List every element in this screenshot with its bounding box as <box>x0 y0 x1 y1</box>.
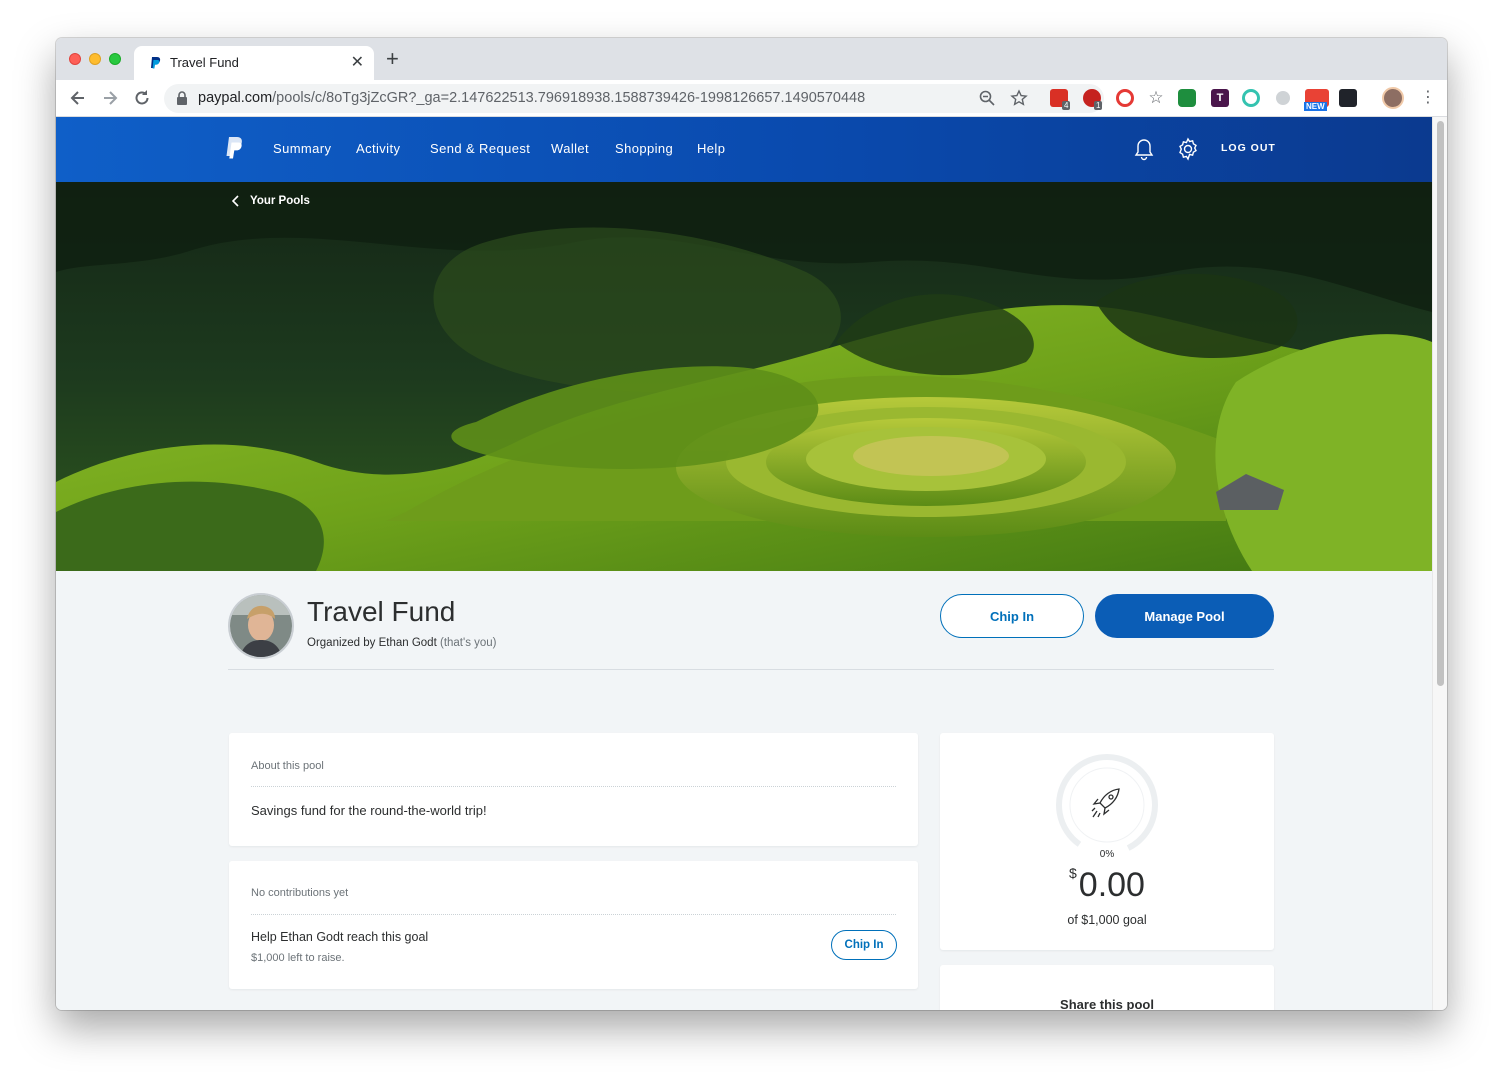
currency-symbol: $ <box>1069 865 1077 881</box>
share-card: Share this pool <box>940 965 1274 1010</box>
chevron-left-icon <box>232 195 239 207</box>
browser-menu-icon[interactable]: ⋮ <box>1420 88 1436 108</box>
zoom-window-button[interactable] <box>109 53 121 65</box>
organizer-avatar <box>228 593 294 659</box>
extension-dot-icon[interactable] <box>1276 91 1290 105</box>
new-tab-button[interactable]: + <box>386 48 399 70</box>
notification-bell-icon[interactable] <box>1133 137 1155 161</box>
page-scrollbar[interactable] <box>1432 117 1447 1010</box>
scrollbar-thumb[interactable] <box>1437 121 1444 686</box>
pool-title: Travel Fund <box>307 596 456 627</box>
progress-ring <box>1056 754 1158 856</box>
react-devtools-icon[interactable] <box>1339 89 1357 107</box>
lock-icon <box>177 91 187 105</box>
address-bar[interactable]: paypal.com/pools/c/8oTg3jZcGR?_ga=2.1476… <box>164 84 1104 113</box>
extension-new-badge: NEW <box>1304 102 1327 111</box>
about-text: Savings fund for the round-the-world tri… <box>251 803 487 818</box>
url-text: paypal.com/pools/c/8oTg3jZcGR?_ga=2.1476… <box>198 90 865 106</box>
progress-percent: 0% <box>1099 849 1115 860</box>
back-arrow-icon[interactable] <box>68 88 88 108</box>
nav-help[interactable]: Help <box>697 141 725 156</box>
amount-value: 0.00 <box>1078 866 1145 904</box>
goal-text: of $1,000 goal <box>1067 913 1147 927</box>
help-title: Help Ethan Godt reach this goal <box>251 930 429 944</box>
extension-star-icon[interactable]: ☆ <box>1147 89 1165 107</box>
chip-in-small-button[interactable]: Chip In <box>831 930 897 960</box>
url-path: /pools/c/8oTg3jZcGR?_ga=2.147622513.7969… <box>272 90 866 106</box>
manage-pool-button[interactable]: Manage Pool <box>1095 594 1274 638</box>
logout-link[interactable]: LOG OUT <box>1221 142 1276 154</box>
paypal-favicon-icon <box>151 57 161 69</box>
page-content: Summary Activity Send & Request Wallet S… <box>56 117 1432 1010</box>
forward-arrow-icon[interactable] <box>100 88 120 108</box>
extension-target-icon[interactable] <box>1242 89 1260 107</box>
paypal-logo-icon[interactable] <box>224 136 246 162</box>
extension-cube-icon[interactable] <box>1178 89 1196 107</box>
extension-badge: 1 <box>1094 101 1103 110</box>
about-pool-card: About this pool Savings fund for the rou… <box>229 733 918 846</box>
back-to-pools-link[interactable]: Your Pools <box>232 195 310 207</box>
bookmark-star-icon[interactable] <box>1010 89 1028 107</box>
share-title: Share this pool <box>1060 997 1154 1010</box>
nav-shopping[interactable]: Shopping <box>615 141 673 156</box>
pool-cover-image: Your Pools <box>56 182 1432 571</box>
nav-wallet[interactable]: Wallet <box>551 141 589 156</box>
organizer-name: Organized by Ethan Godt <box>307 637 437 649</box>
browser-window: Travel Fund ✕ + paypal.com/pools/c/8oTg3… <box>56 38 1447 1010</box>
progress-card: 0% $0.00 of $1,000 goal <box>940 733 1274 950</box>
extension-badge: 4 <box>1062 101 1071 110</box>
pool-header: Travel Fund Organized by Ethan Godt (tha… <box>228 593 1274 670</box>
tab-close-icon[interactable]: ✕ <box>351 52 364 72</box>
contributions-card: No contributions yet Help Ethan Godt rea… <box>229 861 918 989</box>
about-label: About this pool <box>251 760 324 772</box>
chip-in-button[interactable]: Chip In <box>940 594 1084 638</box>
help-subtitle: $1,000 left to raise. <box>251 952 345 964</box>
browser-toolbar: paypal.com/pools/c/8oTg3jZcGR?_ga=2.1476… <box>56 80 1447 117</box>
url-host: paypal.com <box>198 90 273 106</box>
divider <box>251 914 896 915</box>
contributions-label: No contributions yet <box>251 887 349 899</box>
nav-activity[interactable]: Activity <box>356 141 400 156</box>
organizer-photo <box>230 595 292 657</box>
nav-send-request[interactable]: Send & Request <box>430 141 530 156</box>
organizer-line: Organized by Ethan Godt (that's you) <box>307 637 497 649</box>
nav-summary[interactable]: Summary <box>273 141 331 156</box>
close-window-button[interactable] <box>69 53 81 65</box>
extension-ring-icon[interactable] <box>1116 89 1134 107</box>
browser-tab-active[interactable]: Travel Fund ✕ <box>134 46 374 80</box>
paypal-header: Summary Activity Send & Request Wallet S… <box>56 117 1432 182</box>
rice-terrace-photo <box>56 182 1432 571</box>
settings-gear-icon[interactable] <box>1176 137 1200 161</box>
back-label: Your Pools <box>250 195 310 207</box>
divider <box>251 786 896 787</box>
raised-amount: $0.00 <box>940 865 1274 905</box>
tab-title: Travel Fund <box>170 55 239 70</box>
profile-avatar-icon[interactable] <box>1382 87 1404 109</box>
zoom-icon[interactable] <box>978 89 996 107</box>
extension-t-icon[interactable]: T <box>1211 89 1229 107</box>
tab-strip: Travel Fund ✕ + <box>56 38 1447 80</box>
organizer-you-tag: (that's you) <box>439 637 497 649</box>
minimize-window-button[interactable] <box>89 53 101 65</box>
reload-icon[interactable] <box>132 88 152 108</box>
